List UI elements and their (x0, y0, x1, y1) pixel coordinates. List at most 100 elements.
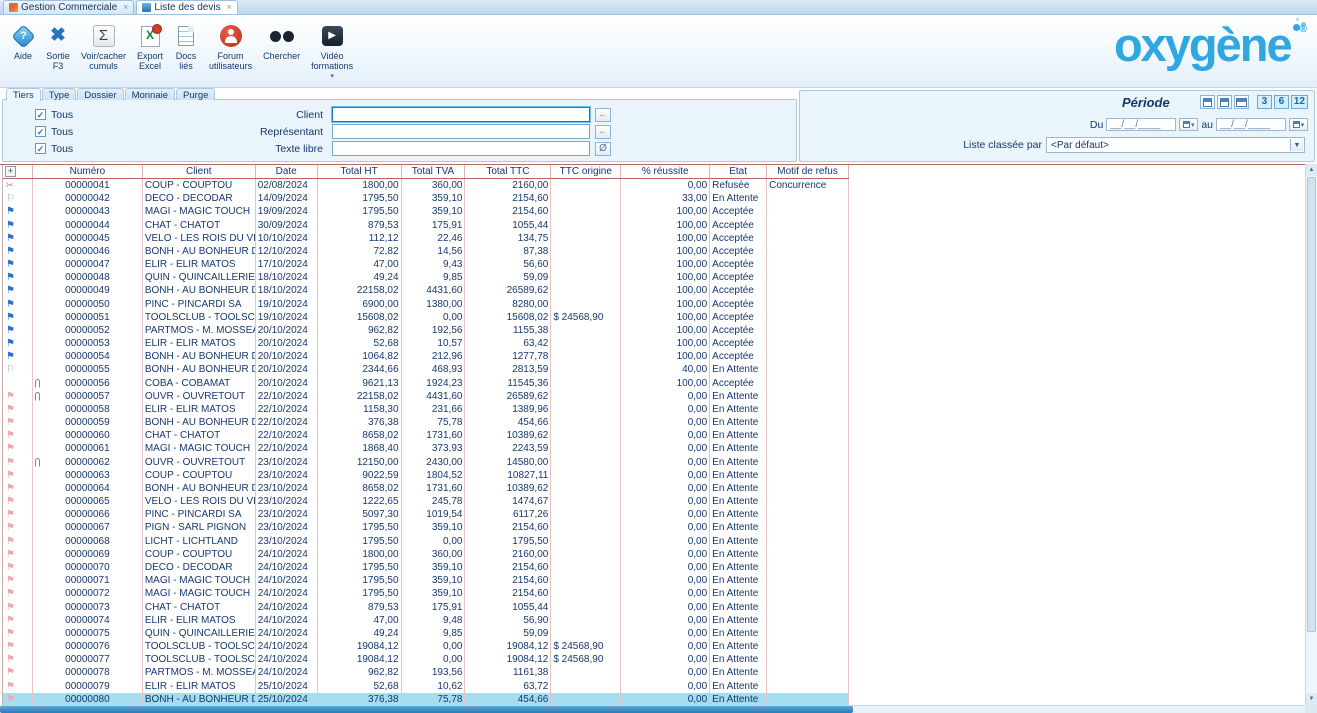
table-row[interactable]: ⚑00000061MAGI - MAGIC TOUCH22/10/2024186… (3, 442, 849, 455)
calendar-day-button[interactable] (1200, 95, 1215, 109)
table-row[interactable]: ⚑00000047ELIR - ELIR MATOS17/10/202447,0… (3, 258, 849, 271)
table-row[interactable]: ⚑00000051TOOLSCLUB - TOOLSCLUB19/10/2024… (3, 311, 849, 324)
table-row[interactable]: ⚑00000058ELIR - ELIR MATOS22/10/20241158… (3, 403, 849, 416)
table-row[interactable]: ⚑00000075QUIN - QUINCAILLERIE PL24/10/20… (3, 627, 849, 640)
column-header-etat[interactable]: Etat (710, 165, 767, 178)
tous-checkbox[interactable]: ✓ (35, 109, 46, 120)
periode-3-months-button[interactable]: 3 (1257, 95, 1272, 109)
table-row[interactable]: ⚑00000043MAGI - MAGIC TOUCH19/09/2024179… (3, 205, 849, 218)
scroll-up-icon[interactable]: ▲ (1306, 164, 1317, 176)
table-row[interactable]: ⚑00000071MAGI - MAGIC TOUCH24/10/2024179… (3, 574, 849, 587)
column-header-client[interactable]: Client (143, 165, 256, 178)
table-row[interactable]: ⚑00000072MAGI - MAGIC TOUCH24/10/2024179… (3, 587, 849, 600)
table-row[interactable]: ⚑00000068LICHT - LICHTLAND23/10/20241795… (3, 535, 849, 548)
table-row[interactable]: ⚑00000045VELO - LES ROIS DU VELO10/10/20… (3, 232, 849, 245)
chevron-down-icon[interactable]: ▾ (330, 73, 334, 81)
table-row[interactable]: ⚑00000050PINC - PINCARDI SA19/10/2024690… (3, 298, 849, 311)
column-header-tva[interactable]: Total TVA (402, 165, 466, 178)
table-row[interactable]: ⚑00000074ELIR - ELIR MATOS24/10/202447,0… (3, 614, 849, 627)
texte-libre-input[interactable] (332, 141, 590, 156)
table-row[interactable]: ⚑00000059BONH - AU BONHEUR DU I22/10/202… (3, 416, 849, 429)
table-row[interactable]: ⚑00000048QUIN - QUINCAILLERIE PL18/10/20… (3, 271, 849, 284)
date-to-picker-button[interactable]: ▾ (1289, 118, 1308, 131)
date-from-picker-button[interactable]: ▾ (1179, 118, 1198, 131)
table-row[interactable]: ⚑00000070DECO - DECODAR24/10/20241795,50… (3, 561, 849, 574)
periode-12-months-button[interactable]: 12 (1291, 95, 1308, 109)
filter-tab-type[interactable]: Type (42, 88, 77, 100)
table-row[interactable]: ⚑00000046BONH - AU BONHEUR DU I12/10/202… (3, 245, 849, 258)
table-row[interactable]: ⚑00000073CHAT - CHATOT24/10/2024879,5317… (3, 601, 849, 614)
close-tab-icon[interactable]: × (227, 3, 232, 12)
column-header-date[interactable]: Date (256, 165, 318, 178)
table-row[interactable]: ⚑00000069COUP - COUPTOU24/10/20241800,00… (3, 548, 849, 561)
scroll-down-icon[interactable]: ▼ (1306, 693, 1317, 705)
filter-tab-tiers[interactable]: Tiers (6, 88, 41, 101)
periode-6-months-button[interactable]: 6 (1274, 95, 1289, 109)
filter-tab-dossier[interactable]: Dossier (77, 88, 123, 100)
table-row[interactable]: ⚑00000063COUP - COUPTOU23/10/20249022,59… (3, 469, 849, 482)
flag-pink-icon: ⚑ (3, 693, 33, 705)
table-row[interactable]: ⚑00000044CHAT - CHATOT30/09/2024879,5317… (3, 219, 849, 232)
column-header-origine[interactable]: TTC origine (551, 165, 621, 178)
vertical-scrollbar-thumb[interactable] (1307, 177, 1316, 632)
forum-utilisateurs-button[interactable]: Forum utilisateurs (204, 20, 257, 74)
table-row[interactable]: ⚑00000052PARTMOS - M. MOSSEAU E20/10/202… (3, 324, 849, 337)
column-header-numero[interactable]: Numéro (33, 165, 143, 178)
export-excel-button[interactable]: X Export Excel (132, 20, 168, 74)
cell-origine (551, 390, 621, 403)
date-to-input[interactable]: __/__/____ (1216, 118, 1286, 131)
table-row[interactable]: ⚑00000049BONH - AU BONHEUR DU I18/10/202… (3, 284, 849, 297)
table-row[interactable]: ⚑00000066PINC - PINCARDI SA23/10/2024509… (3, 508, 849, 521)
tab-gestion-commerciale[interactable]: Gestion Commerciale × (3, 0, 134, 14)
table-row[interactable]: ⚑00000067PIGN - SARL PIGNON23/10/2024179… (3, 521, 849, 534)
table-row[interactable]: ⚐00000042DECO - DECODAR14/09/20241795,50… (3, 192, 849, 205)
video-formations-button[interactable]: ▶ Vidéo formations ▾ (306, 20, 358, 83)
calendar-week-button[interactable] (1217, 95, 1232, 109)
vertical-scrollbar[interactable]: ▲ ▼ (1305, 164, 1317, 705)
sortie-button[interactable]: ✖ Sortie F3 (41, 20, 75, 74)
docs-lies-button[interactable]: Docs liés (169, 20, 203, 74)
cell-motif (767, 666, 849, 679)
grid-customize-button[interactable]: + (5, 166, 16, 177)
date-from-input[interactable]: __/__/____ (1106, 118, 1176, 131)
tab-liste-des-devis[interactable]: Liste des devis × (136, 0, 237, 14)
voir-cacher-cumuls-button[interactable]: Σ Voir/cacher cumuls (76, 20, 131, 74)
table-row[interactable]: ⚑00000060CHAT - CHATOT22/10/20248658,021… (3, 429, 849, 442)
column-header-motif[interactable]: Motif de refus (767, 165, 849, 178)
representant-input[interactable] (332, 124, 590, 139)
chercher-button[interactable]: Chercher (258, 20, 305, 63)
texte-libre-clear-button[interactable]: Ø (595, 142, 611, 156)
column-header-reussite[interactable]: % réussite (621, 165, 710, 178)
table-row[interactable]: ⚑00000062OUVR - OUVRETOUT23/10/202412150… (3, 456, 849, 469)
aide-button[interactable]: ? Aide (6, 20, 40, 63)
table-row[interactable]: 00000056COBA - COBAMAT20/10/20249621,131… (3, 377, 849, 390)
table-row[interactable]: ⚑00000076TOOLSCLUB - TOOLSCLUB24/10/2024… (3, 640, 849, 653)
table-row[interactable]: ⚑00000077TOOLSCLUB - TOOLSCLUB24/10/2024… (3, 653, 849, 666)
table-row[interactable]: ⚑00000078PARTMOS - M. MOSSEAU E24/10/202… (3, 666, 849, 679)
table-row[interactable]: ✂00000041COUP - COUPTOU02/08/20241800,00… (3, 179, 849, 192)
calendar-month-button[interactable] (1234, 95, 1249, 109)
cell-tva: 192,56 (402, 324, 466, 337)
filter-tab-monnaie[interactable]: Monnaie (125, 88, 175, 100)
chevron-down-icon[interactable]: ▼ (1290, 139, 1303, 151)
client-input[interactable] (332, 107, 590, 122)
filter-tab-purge[interactable]: Purge (176, 88, 215, 100)
client-lookup-button[interactable]: ← (595, 108, 611, 122)
tous-checkbox[interactable]: ✓ (35, 126, 46, 137)
close-tab-icon[interactable]: × (123, 3, 128, 12)
table-row[interactable]: ⚑00000064BONH - AU BONHEUR DU I23/10/202… (3, 482, 849, 495)
table-row[interactable]: ⚑00000053ELIR - ELIR MATOS20/10/202452,6… (3, 337, 849, 350)
table-row[interactable]: ⚑00000079ELIR - ELIR MATOS25/10/202452,6… (3, 680, 849, 693)
horizontal-scrollbar-thumb[interactable] (0, 706, 853, 713)
sort-select[interactable]: <Par défaut> ▼ (1046, 137, 1305, 153)
table-row[interactable]: ⚑00000065VELO - LES ROIS DU VELO23/10/20… (3, 495, 849, 508)
table-row[interactable]: ⚑00000054BONH - AU BONHEUR DU I20/10/202… (3, 350, 849, 363)
representant-lookup-button[interactable]: ← (595, 125, 611, 139)
column-header-ttc[interactable]: Total TTC (465, 165, 551, 178)
table-row[interactable]: ⚐00000055BONH - AU BONHEUR DU I20/10/202… (3, 363, 849, 376)
table-row[interactable]: ⚑00000057OUVR - OUVRETOUT22/10/202422158… (3, 390, 849, 403)
column-header-ht[interactable]: Total HT (318, 165, 402, 178)
horizontal-scrollbar[interactable] (0, 705, 1305, 713)
tous-checkbox[interactable]: ✓ (35, 143, 46, 154)
table-row[interactable]: ⚑00000080BONH - AU BONHEUR DU I25/10/202… (3, 693, 849, 705)
